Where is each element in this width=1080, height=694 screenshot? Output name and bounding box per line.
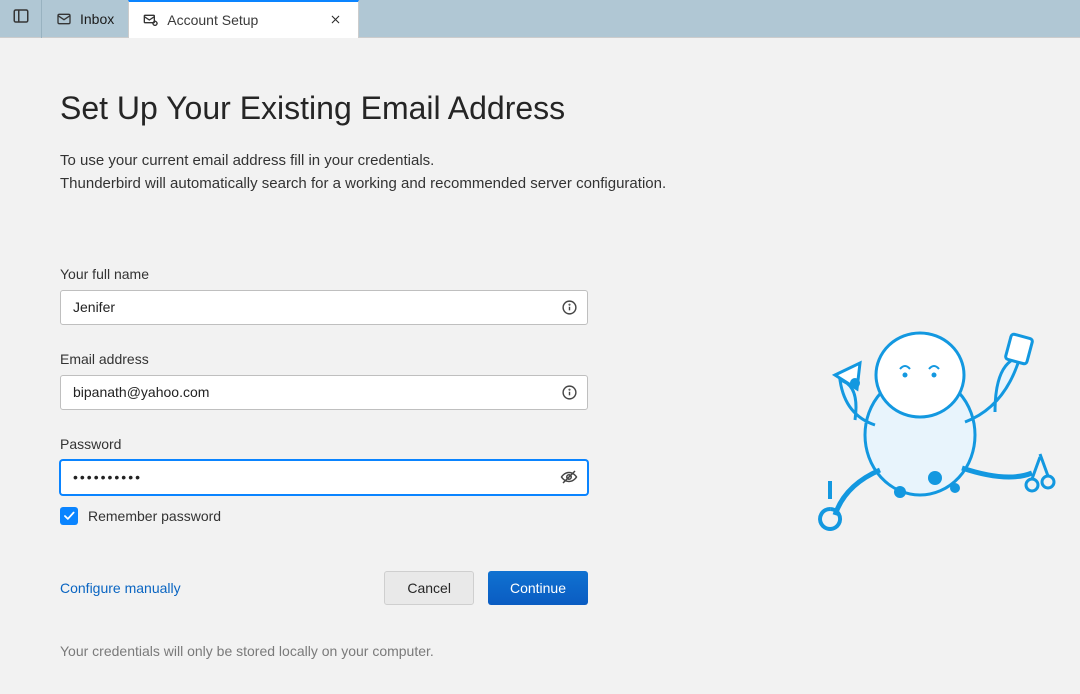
remember-password-label: Remember password	[88, 508, 221, 524]
tab-close-button[interactable]	[326, 11, 344, 29]
tab-inbox-label: Inbox	[80, 11, 114, 27]
page-subtitle: To use your current email address fill i…	[60, 149, 740, 196]
subtitle-line1: To use your current email address fill i…	[60, 152, 434, 169]
envelope-gear-icon	[143, 12, 159, 28]
remember-password-checkbox[interactable]	[60, 507, 78, 525]
eye-off-icon[interactable]	[560, 468, 578, 486]
password-input[interactable]	[60, 460, 588, 495]
page-title: Set Up Your Existing Email Address	[60, 90, 740, 127]
tab-bar: Inbox Account Setup	[0, 0, 1080, 38]
full-name-label: Your full name	[60, 266, 740, 282]
email-label: Email address	[60, 351, 740, 367]
spaces-toolbar-icon	[12, 7, 30, 30]
info-icon[interactable]	[560, 383, 578, 401]
info-icon[interactable]	[560, 298, 578, 316]
cancel-button[interactable]: Cancel	[384, 571, 474, 605]
tab-account-setup-label: Account Setup	[167, 12, 258, 28]
sidebar-toggle-button[interactable]	[0, 0, 42, 38]
tab-account-setup[interactable]: Account Setup	[128, 0, 359, 38]
credentials-disclaimer: Your credentials will only be stored loc…	[60, 643, 740, 659]
configure-manually-link[interactable]: Configure manually	[60, 580, 181, 596]
full-name-input[interactable]	[60, 290, 588, 325]
mascot-illustration	[800, 320, 1060, 545]
email-input[interactable]	[60, 375, 588, 410]
tab-inbox[interactable]: Inbox	[42, 0, 128, 38]
password-label: Password	[60, 436, 740, 452]
inbox-icon	[56, 11, 72, 27]
continue-button[interactable]: Continue	[488, 571, 588, 605]
subtitle-line2: Thunderbird will automatically search fo…	[60, 175, 666, 192]
